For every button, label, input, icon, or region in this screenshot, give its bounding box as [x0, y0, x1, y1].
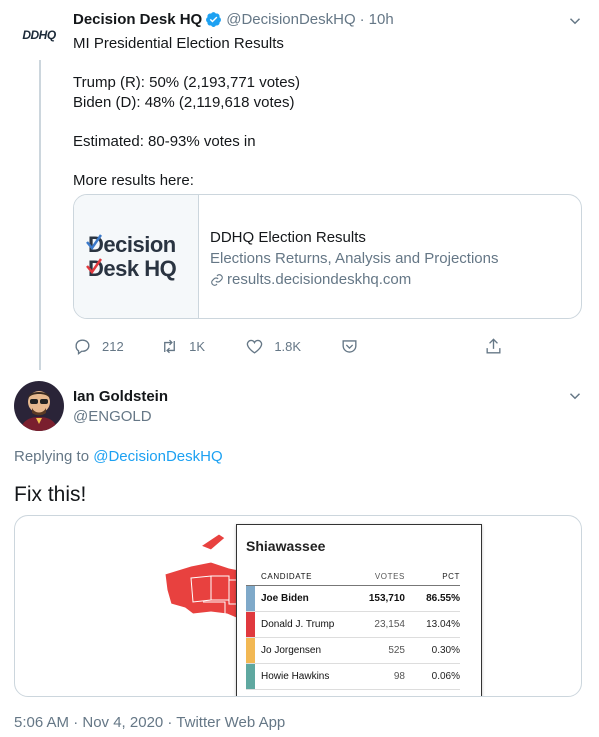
reply-icon — [75, 339, 90, 355]
candidate-votes: 23,154 — [374, 619, 405, 630]
user-avatar[interactable] — [14, 381, 64, 431]
ddhq-avatar[interactable]: DDHQ — [14, 10, 64, 60]
retweet-count: 1K — [189, 339, 206, 354]
chevron-down-icon[interactable] — [566, 12, 584, 30]
replying-to: Replying to @DecisionDeskHQ — [14, 448, 223, 465]
card-domain: results.decisiondeskhq.com — [210, 269, 498, 290]
tweet-actions: 212 1K 1.8K — [73, 337, 503, 356]
tweet-line: Trump (R): 50% (2,193,771 votes) — [73, 74, 301, 91]
chevron-down-icon[interactable] — [566, 387, 584, 405]
author-handle[interactable]: @DecisionDeskHQ — [226, 11, 355, 28]
share-icon — [486, 338, 501, 354]
michigan-map — [164, 533, 255, 621]
like-button[interactable]: 1.8K — [245, 337, 340, 356]
reply-author-handle[interactable]: @ENGOLD — [73, 408, 152, 425]
heart-icon — [247, 339, 263, 354]
candidate-votes: 525 — [388, 645, 405, 656]
tweet1-header: Decision Desk HQ @DecisionDeskHQ · 10h — [73, 11, 394, 28]
table-row: Donald J. Trump 23,154 13.04% — [246, 612, 460, 638]
avatar-image — [14, 381, 64, 431]
thread-connector-line — [39, 60, 41, 370]
reply-text: Fix this! — [14, 483, 87, 506]
checkmark-icon — [86, 233, 102, 250]
header-separator: · — [359, 11, 365, 28]
results-table: CANDIDATE VOTES PCT Joe Biden 153,710 86… — [246, 568, 460, 690]
candidate-votes: 98 — [393, 671, 405, 682]
candidate-color-swatch — [246, 586, 255, 611]
replying-prefix: Replying to — [14, 448, 90, 465]
candidate-name: Jo Jorgensen — [261, 645, 322, 656]
tweet-line: Estimated: 80-93% votes in — [73, 133, 256, 150]
table-row: Jo Jorgensen 525 0.30% — [246, 638, 460, 664]
header-pct: PCT — [442, 572, 460, 581]
candidate-votes: 153,710 — [368, 593, 405, 604]
candidate-color-swatch — [246, 612, 255, 637]
author-name[interactable]: Decision Desk HQ — [73, 11, 202, 28]
logo-line-2: Desk HQ — [86, 255, 177, 281]
reply-button[interactable]: 212 — [73, 337, 160, 356]
share-button[interactable] — [484, 337, 503, 356]
header-votes: VOTES — [374, 572, 405, 581]
replying-to-link[interactable]: @DecisionDeskHQ — [93, 448, 222, 465]
candidate-name: Joe Biden — [261, 593, 309, 604]
pocket-icon — [342, 340, 357, 353]
candidate-pct: 0.06% — [431, 671, 460, 682]
header-candidate: CANDIDATE — [261, 572, 313, 581]
checkmark-icon — [86, 257, 102, 274]
retweet-button[interactable]: 1K — [160, 337, 245, 356]
tweet-time[interactable]: 10h — [369, 11, 394, 28]
tweet-line: Biden (D): 48% (2,119,618 votes) — [73, 94, 295, 111]
reply-author-name[interactable]: Ian Goldstein — [73, 388, 168, 405]
link-icon — [211, 273, 223, 286]
candidate-color-swatch — [246, 638, 255, 663]
table-row: Joe Biden 153,710 86.55% — [246, 586, 460, 612]
retweet-icon — [164, 339, 176, 354]
table-row: Howie Hawkins 98 0.06% — [246, 664, 460, 690]
card-title: DDHQ Election Results — [210, 229, 366, 246]
candidate-name: Donald J. Trump — [261, 619, 335, 630]
logo-line-1: Decision — [86, 231, 176, 257]
county-name: Shiawassee — [246, 538, 326, 554]
county-results-popup: Shiawassee CANDIDATE VOTES PCT Joe Biden… — [236, 524, 482, 696]
candidate-color-swatch — [246, 664, 255, 689]
like-count: 1.8K — [274, 339, 302, 354]
candidate-pct: 13.04% — [426, 619, 460, 630]
candidate-name: Howie Hawkins — [261, 671, 330, 682]
candidate-pct: 86.55% — [426, 593, 460, 604]
card-description: Elections Returns, Analysis and Projecti… — [210, 250, 499, 267]
avatar-logo-text: DDHQ — [22, 28, 56, 42]
verified-badge-icon — [206, 12, 222, 27]
pocket-button[interactable] — [340, 337, 484, 356]
tweet-timestamp[interactable]: 5:06 AM · Nov 4, 2020 · Twitter Web App — [14, 714, 285, 731]
table-header: CANDIDATE VOTES PCT — [246, 568, 460, 586]
tweet-line: MI Presidential Election Results — [73, 35, 284, 52]
attached-image[interactable]: Shiawassee CANDIDATE VOTES PCT Joe Biden… — [14, 515, 582, 697]
candidate-pct: 0.30% — [431, 645, 460, 656]
reply-count: 212 — [102, 339, 124, 354]
link-preview-card[interactable]: Decision Desk HQ DDHQ Election Results E… — [73, 194, 582, 319]
card-logo-image: Decision Desk HQ — [74, 195, 199, 318]
tweet1-text: MI Presidential Election Results Trump (… — [73, 34, 573, 191]
tweet-line: More results here: — [73, 172, 194, 189]
